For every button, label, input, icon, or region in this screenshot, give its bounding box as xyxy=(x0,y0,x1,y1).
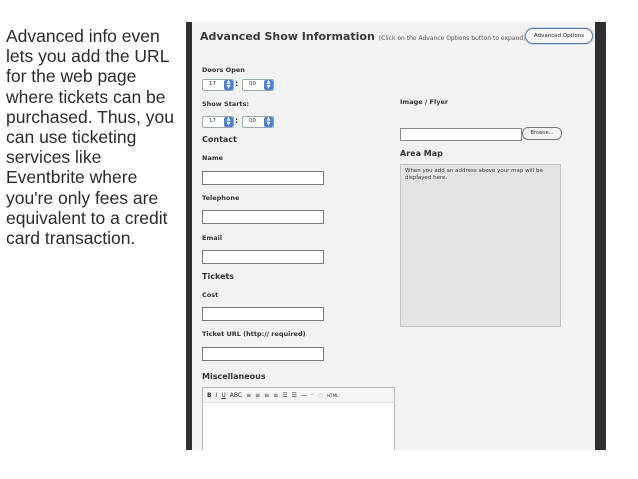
telephone-label: Telephone xyxy=(202,194,240,202)
horizontal-rule-icon[interactable]: — xyxy=(301,392,307,399)
panel-title: Advanced Show Information (Click on the A… xyxy=(200,30,525,43)
strikethrough-button[interactable]: ABC xyxy=(230,392,242,399)
telephone-input[interactable] xyxy=(202,210,324,224)
cost-label: Cost xyxy=(202,291,219,299)
show-starts-minute-select[interactable]: 00 ▲ ▼ xyxy=(242,116,274,128)
contact-heading: Contact xyxy=(202,135,237,144)
bold-button[interactable]: B xyxy=(207,392,212,399)
area-map-heading: Area Map xyxy=(400,149,443,158)
advanced-show-panel: Advanced Show Information (Click on the A… xyxy=(192,22,595,450)
image-flyer-label: Image / Flyer xyxy=(400,98,449,106)
show-starts-label: Show Starts: xyxy=(202,100,249,108)
advanced-options-button[interactable]: Advanced Options xyxy=(525,28,593,44)
miscellaneous-editor[interactable]: B I U ABC ≡ ≡ ≡ ≡ ☰ ☰ — ⎯ ○ HTML xyxy=(202,387,395,450)
tickets-heading: Tickets xyxy=(202,272,235,281)
caption-text: Advanced info even lets you add the URL … xyxy=(6,26,174,249)
italic-button[interactable]: I xyxy=(216,392,218,399)
select-arrows-icon: ▲ ▼ xyxy=(264,80,273,90)
area-map-message: When you add an address above your map w… xyxy=(405,168,543,181)
select-arrows-icon: ▲ ▼ xyxy=(264,117,273,127)
html-source-button[interactable]: HTML xyxy=(327,393,338,398)
time-colon: : xyxy=(235,116,239,125)
show-starts-minute-value: 00 xyxy=(249,118,256,124)
email-input[interactable] xyxy=(202,250,324,264)
doors-open-hour-value: 17 xyxy=(209,81,216,87)
ticket-url-input[interactable] xyxy=(202,347,324,361)
doors-open-hour-select[interactable]: 17 ▲ ▼ xyxy=(202,79,234,91)
email-label: Email xyxy=(202,234,223,242)
show-starts-hour-value: 17 xyxy=(209,118,216,124)
doors-open-minute-select[interactable]: 00 ▲ ▼ xyxy=(242,79,274,91)
select-arrows-icon: ▲ ▼ xyxy=(224,80,233,90)
numbered-list-icon[interactable]: ☰ xyxy=(292,392,297,399)
align-right-icon[interactable]: ≡ xyxy=(264,392,269,399)
name-label: Name xyxy=(202,154,224,162)
unlink-icon[interactable]: ○ xyxy=(318,392,323,399)
bullet-list-icon[interactable]: ☰ xyxy=(282,392,287,399)
ticket-url-label: Ticket URL (http:// required) xyxy=(202,330,306,338)
align-left-icon[interactable]: ≡ xyxy=(246,392,251,399)
doors-open-minute-value: 00 xyxy=(249,81,256,87)
underline-button[interactable]: U xyxy=(221,392,225,399)
link-icon[interactable]: ⎯ xyxy=(311,391,314,399)
editor-toolbar: B I U ABC ≡ ≡ ≡ ≡ ☰ ☰ — ⎯ ○ HTML xyxy=(203,388,394,403)
browse-button[interactable]: Browse... xyxy=(522,127,562,140)
panel-hint: (Click on the Advance Options button to … xyxy=(378,35,526,42)
name-input[interactable] xyxy=(202,171,324,185)
select-arrows-icon: ▲ ▼ xyxy=(224,117,233,127)
panel-title-text: Advanced Show Information xyxy=(200,30,375,43)
align-center-icon[interactable]: ≡ xyxy=(255,392,260,399)
show-starts-hour-select[interactable]: 17 ▲ ▼ xyxy=(202,116,234,128)
doors-open-label: Doors Open xyxy=(202,66,245,74)
time-colon: : xyxy=(235,79,239,88)
miscellaneous-heading: Miscellaneous xyxy=(202,372,266,381)
cost-input[interactable] xyxy=(202,307,324,321)
form-screenshot: Advanced Show Information (Click on the A… xyxy=(186,22,606,450)
area-map-box: When you add an address above your map w… xyxy=(400,164,561,327)
image-file-input[interactable] xyxy=(400,128,522,141)
align-justify-icon[interactable]: ≡ xyxy=(273,392,278,399)
